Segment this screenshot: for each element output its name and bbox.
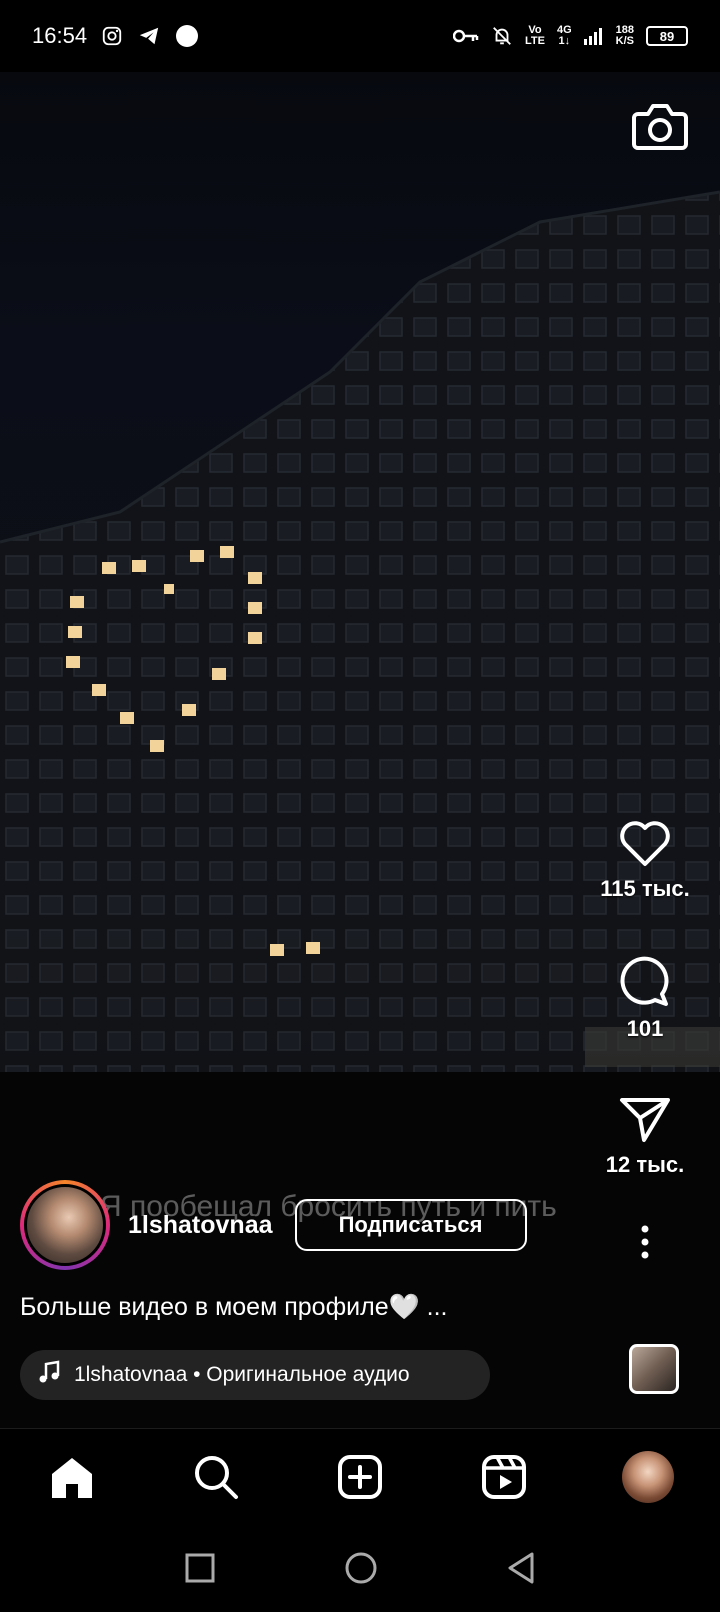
like-action[interactable]: 115 тыс.	[570, 820, 720, 902]
reel-caption[interactable]: Больше видео в моем профиле🤍 ...	[20, 1293, 448, 1322]
more-action[interactable]	[570, 1224, 720, 1260]
telegram-notification-icon	[137, 25, 161, 47]
send-icon[interactable]	[618, 1094, 672, 1144]
recents-icon[interactable]	[184, 1552, 216, 1584]
system-navigation-bar	[0, 1524, 720, 1612]
search-icon[interactable]	[193, 1454, 239, 1500]
nav-create[interactable]	[330, 1447, 390, 1507]
comment-action[interactable]: 101	[570, 954, 720, 1042]
nav-home[interactable]	[42, 1447, 102, 1507]
bottom-nav	[0, 1428, 720, 1524]
home-icon[interactable]	[48, 1454, 96, 1500]
author-avatar[interactable]	[20, 1180, 110, 1270]
heart-icon[interactable]	[618, 820, 672, 868]
share-action[interactable]: 12 тыс.	[570, 1094, 720, 1178]
nav-profile[interactable]	[618, 1447, 678, 1507]
like-count: 115 тыс.	[600, 876, 690, 901]
signal-icon	[583, 27, 604, 45]
comment-count: 101	[626, 1016, 664, 1041]
back-triangle-icon[interactable]	[506, 1551, 536, 1585]
follow-button[interactable]: Подписаться	[294, 1199, 527, 1251]
reels-icon[interactable]	[481, 1454, 527, 1500]
camera-icon	[632, 104, 688, 150]
author-username[interactable]: 1lshatovnaa	[128, 1211, 273, 1240]
vpn-key-icon	[452, 28, 479, 44]
audio-label: 1lshatovnaa • Оригинальное аудио	[74, 1363, 410, 1386]
comment-icon[interactable]	[618, 954, 672, 1008]
more-vertical-icon[interactable]	[640, 1224, 650, 1260]
home-circle-icon[interactable]	[344, 1551, 378, 1585]
plus-square-icon[interactable]	[337, 1454, 383, 1500]
mute-bell-icon	[491, 25, 513, 47]
speed-indicator: 188 K/S	[616, 25, 634, 47]
camera-button[interactable]	[632, 100, 688, 152]
audio-button[interactable]: 1lshatovnaa • Оригинальное аудио	[20, 1350, 490, 1400]
audio-thumbnail[interactable]	[629, 1344, 679, 1394]
volte-indicator: Vo LTE	[525, 25, 545, 47]
network-gen-indicator: 4G 1↓	[557, 25, 572, 47]
music-note-icon	[38, 1360, 60, 1390]
nav-search[interactable]	[186, 1447, 246, 1507]
profile-avatar[interactable]	[622, 1450, 674, 1503]
status-right: Vo LTE 4G 1↓ 188 K/S 89	[452, 25, 688, 47]
author-row: 1lshatovnaa Подписаться	[20, 1180, 580, 1270]
clock: 16:54	[32, 23, 88, 48]
status-left: 16:54	[32, 23, 199, 49]
instagram-notification-icon	[101, 25, 123, 47]
nav-reels[interactable]	[474, 1447, 534, 1507]
dot-notification-icon	[175, 24, 199, 48]
speed-unit: K/S	[615, 35, 634, 47]
battery-indicator: 89	[646, 26, 688, 46]
author-avatar-image	[24, 1184, 106, 1266]
network-gen-bottom: 1↓	[558, 35, 571, 47]
status-bar: 16:54 Vo LTE 4G 1↓ 188 K/S 89	[0, 0, 720, 72]
volte-bottom: LTE	[524, 35, 545, 47]
share-count: 12 тыс.	[605, 1152, 685, 1177]
